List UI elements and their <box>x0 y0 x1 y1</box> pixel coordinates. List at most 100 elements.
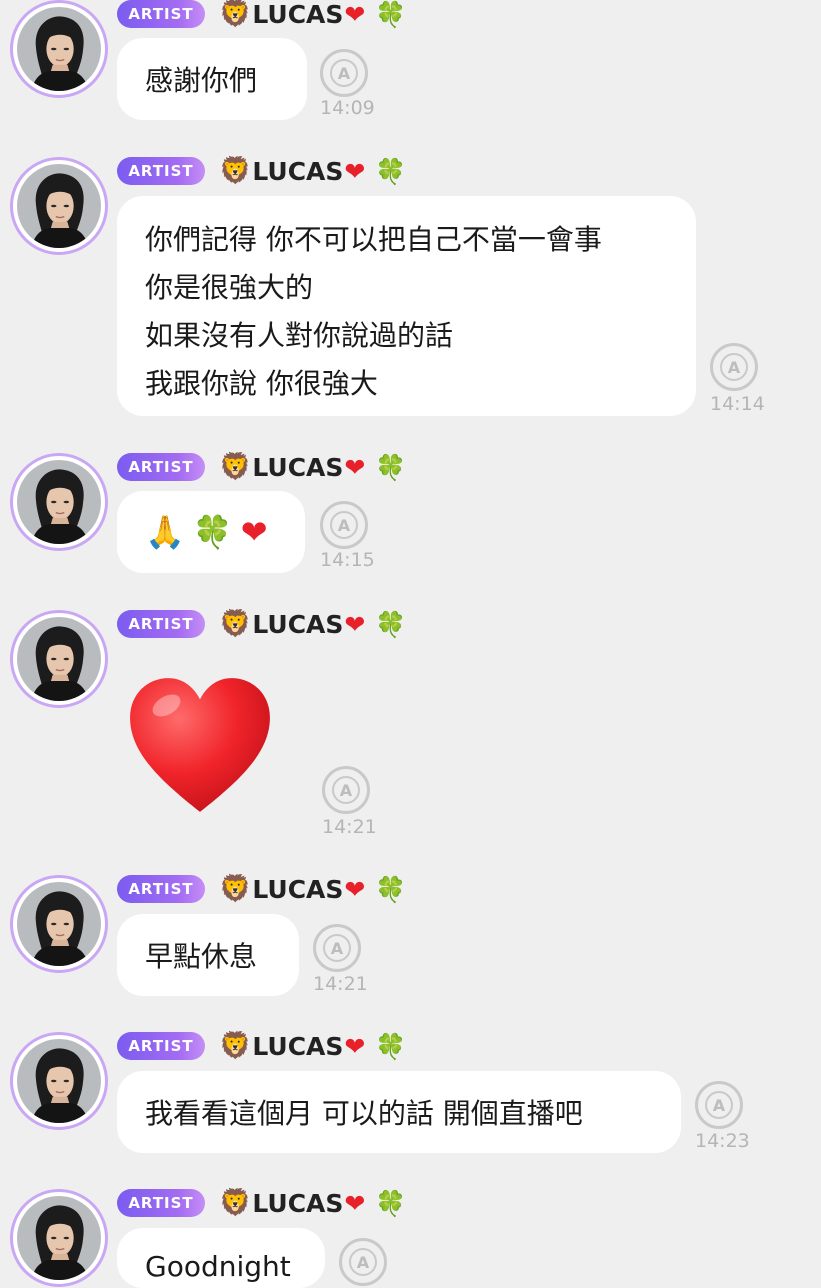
heart-emoji-icon: ❤ <box>344 874 366 904</box>
clover-emoji-icon: 🍀 <box>375 452 407 482</box>
avatar-photo-icon <box>17 460 101 544</box>
heart-emoji-icon: ❤ <box>344 1188 366 1218</box>
sender-name[interactable]: 🦁 LUCAS ❤ 🍀 <box>219 1190 407 1216</box>
artist-avatar[interactable] <box>10 453 108 551</box>
message-bubble[interactable]: Goodnight <box>117 1228 325 1288</box>
praying-hands-emoji-icon: 🙏 <box>145 513 185 551</box>
translate-icon: A <box>332 776 360 804</box>
sender-name[interactable]: 🦁 LUCAS ❤ 🍀 <box>219 611 407 637</box>
clover-emoji-icon: 🍀 <box>375 609 407 639</box>
clover-emoji-icon: 🍀 <box>375 1031 407 1061</box>
message-text: 我看看這個月 可以的話 開個直播吧 <box>145 1097 583 1130</box>
artist-avatar[interactable] <box>10 875 108 973</box>
message-timestamp: 14:23 <box>695 1130 750 1152</box>
translate-icon: A <box>720 353 748 381</box>
translate-button[interactable]: A <box>710 343 758 391</box>
sender-name[interactable]: 🦁 LUCAS ❤ 🍀 <box>219 1 407 27</box>
artist-badge: ARTIST <box>117 1032 205 1060</box>
sender-name-text: LUCAS <box>252 452 344 482</box>
message-bubble[interactable]: 你們記得 你不可以把自己不當一會事 你是很強大的 如果沒有人對你說過的話 我跟你… <box>117 196 696 416</box>
artist-badge: ARTIST <box>117 157 205 185</box>
avatar-photo-icon <box>17 617 101 701</box>
artist-badge: ARTIST <box>117 1189 205 1217</box>
sender-header: ARTIST 🦁 LUCAS ❤ 🍀 <box>117 1189 407 1217</box>
sender-name-text: LUCAS <box>252 609 344 639</box>
big-heart-emoji-icon[interactable] <box>124 670 276 820</box>
artist-avatar[interactable] <box>10 157 108 255</box>
translate-button[interactable]: A <box>313 924 361 972</box>
sender-header: ARTIST 🦁 LUCAS ❤ 🍀 <box>117 157 407 185</box>
sender-name[interactable]: 🦁 LUCAS ❤ 🍀 <box>219 454 407 480</box>
translate-button[interactable]: A <box>322 766 370 814</box>
heart-emoji-icon: ❤ <box>240 513 268 551</box>
message-bubble[interactable]: 我看看這個月 可以的話 開個直播吧 <box>117 1071 681 1153</box>
heart-emoji-icon: ❤ <box>344 1031 366 1061</box>
message-text: 感謝你們 <box>145 64 258 97</box>
message-text: 如果沒有人對你說過的話 <box>145 319 454 352</box>
heart-emoji-icon: ❤ <box>344 452 366 482</box>
avatar-photo-icon <box>17 882 101 966</box>
heart-emoji-icon: ❤ <box>344 0 366 29</box>
message-timestamp: 14:09 <box>320 97 375 119</box>
clover-emoji-icon: 🍀 <box>375 0 407 29</box>
heart-emoji-icon: ❤ <box>344 156 366 186</box>
translate-icon: A <box>349 1248 377 1276</box>
sender-name-text: LUCAS <box>252 1031 344 1061</box>
sender-name[interactable]: 🦁 LUCAS ❤ 🍀 <box>219 876 407 902</box>
translate-icon: A <box>330 59 358 87</box>
clover-emoji-icon: 🍀 <box>375 156 407 186</box>
message-timestamp: 14:15 <box>320 549 375 571</box>
sender-name-text: LUCAS <box>252 156 344 186</box>
heart-emoji-icon: ❤ <box>344 609 366 639</box>
message-text: 早點休息 <box>145 940 258 973</box>
artist-avatar[interactable] <box>10 0 108 98</box>
message-timestamp: 14:21 <box>322 816 377 838</box>
clover-emoji-icon: 🍀 <box>375 874 407 904</box>
sender-header: ARTIST 🦁 LUCAS ❤ 🍀 <box>117 875 407 903</box>
lion-emoji-icon: 🦁 <box>219 1188 252 1218</box>
lion-emoji-icon: 🦁 <box>219 156 252 186</box>
sender-header: ARTIST 🦁 LUCAS ❤ 🍀 <box>117 610 407 638</box>
translate-button[interactable]: A <box>320 49 368 97</box>
lion-emoji-icon: 🦁 <box>219 874 252 904</box>
sender-header: ARTIST 🦁 LUCAS ❤ 🍀 <box>117 453 407 481</box>
message-timestamp: 14:21 <box>313 973 368 995</box>
sender-name[interactable]: 🦁 LUCAS ❤ 🍀 <box>219 1033 407 1059</box>
message-bubble[interactable]: 感謝你們 <box>117 38 307 120</box>
artist-badge: ARTIST <box>117 610 205 638</box>
translate-icon: A <box>705 1091 733 1119</box>
artist-avatar[interactable] <box>10 1032 108 1130</box>
translate-icon: A <box>323 934 351 962</box>
translate-button[interactable]: A <box>695 1081 743 1129</box>
message-text: Goodnight <box>145 1250 291 1283</box>
artist-avatar[interactable] <box>10 610 108 708</box>
artist-avatar[interactable] <box>10 1189 108 1287</box>
sender-header: ARTIST 🦁 LUCAS ❤ 🍀 <box>117 1032 407 1060</box>
artist-badge: ARTIST <box>117 0 205 28</box>
avatar-photo-icon <box>17 7 101 91</box>
artist-badge: ARTIST <box>117 875 205 903</box>
message-text: 你們記得 你不可以把自己不當一會事 <box>145 223 602 256</box>
lion-emoji-icon: 🦁 <box>219 609 252 639</box>
sender-name-text: LUCAS <box>252 0 344 29</box>
translate-button[interactable]: A <box>339 1238 387 1286</box>
sender-name[interactable]: 🦁 LUCAS ❤ 🍀 <box>219 158 407 184</box>
translate-icon: A <box>330 511 358 539</box>
sender-name-text: LUCAS <box>252 1188 344 1218</box>
message-bubble[interactable]: 早點休息 <box>117 914 299 996</box>
message-text: 我跟你說 你很強大 <box>145 367 378 400</box>
artist-badge: ARTIST <box>117 453 205 481</box>
sender-name-text: LUCAS <box>252 874 344 904</box>
message-text: 你是很強大的 <box>145 271 314 304</box>
sender-header: ARTIST 🦁 LUCAS ❤ 🍀 <box>117 0 407 28</box>
translate-button[interactable]: A <box>320 501 368 549</box>
lion-emoji-icon: 🦁 <box>219 1031 252 1061</box>
emoji-row: 🙏 🍀 ❤ <box>145 491 277 573</box>
clover-emoji-icon: 🍀 <box>192 513 233 551</box>
clover-emoji-icon: 🍀 <box>375 1188 407 1218</box>
avatar-photo-icon <box>17 164 101 248</box>
avatar-photo-icon <box>17 1039 101 1123</box>
message-bubble[interactable]: 🙏 🍀 ❤ <box>117 491 305 573</box>
lion-emoji-icon: 🦁 <box>219 0 252 29</box>
lion-emoji-icon: 🦁 <box>219 452 252 482</box>
